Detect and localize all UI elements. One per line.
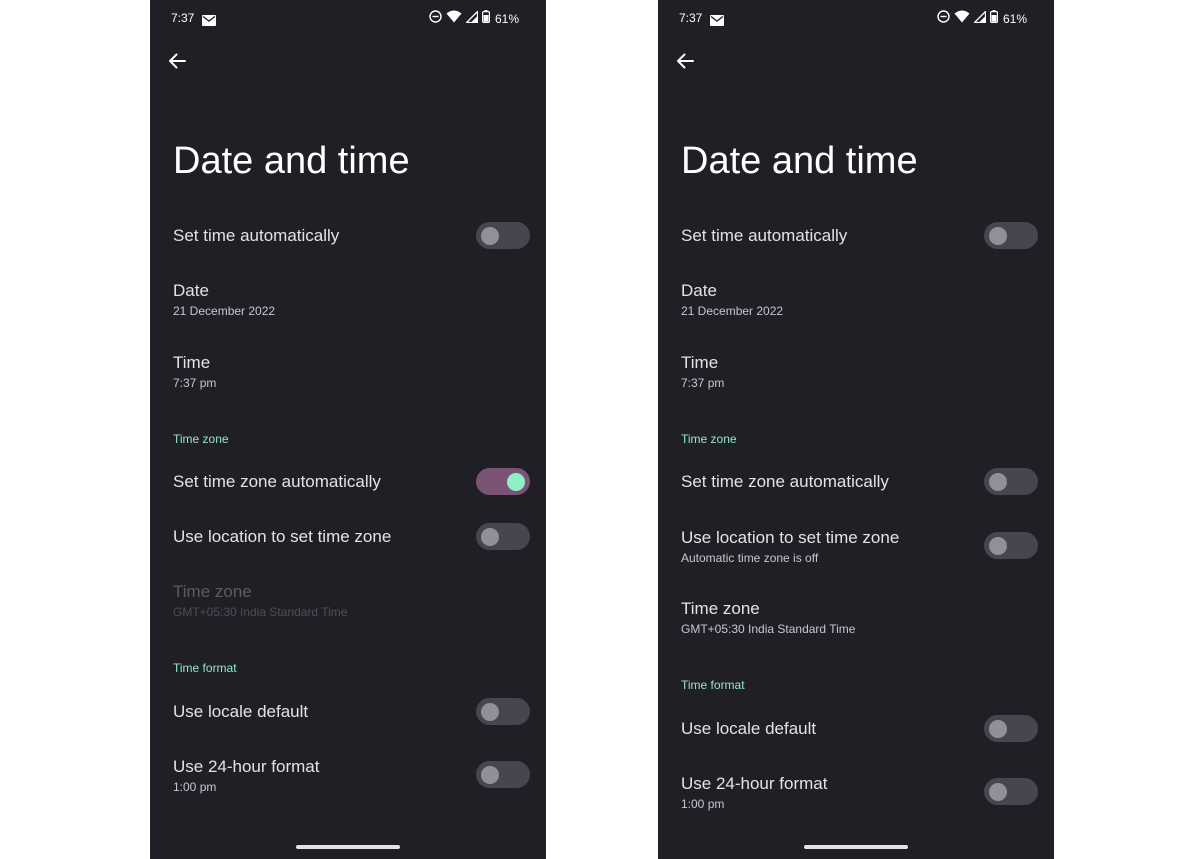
use-24-hour-format-toggle[interactable]	[476, 761, 530, 788]
set-time-zone-automatically-toggle[interactable]	[984, 468, 1038, 495]
row-label: Set time automatically	[173, 226, 340, 245]
wifi-icon	[446, 10, 462, 28]
row-label: Time	[173, 353, 211, 372]
page-title: Date and time	[173, 140, 410, 182]
row-label: Use 24-hour format	[173, 757, 320, 776]
use-locale-default-row[interactable]: Use locale default	[658, 709, 1054, 749]
time-row[interactable]: Time 7:37 pm	[658, 346, 1054, 396]
set-time-zone-automatically-row[interactable]: Set time zone automatically	[150, 462, 546, 502]
status-icons: 61%	[937, 9, 1027, 28]
row-label: Use locale default	[681, 719, 817, 738]
row-label: Set time automatically	[681, 226, 848, 245]
set-time-automatically-toggle[interactable]	[984, 222, 1038, 249]
row-value: 1:00 pm	[681, 797, 725, 811]
time-row[interactable]: Time 7:37 pm	[150, 346, 546, 396]
row-label: Use location to set time zone	[173, 527, 392, 546]
row-value: 7:37 pm	[681, 376, 725, 390]
phone-screen-right: 7:37 61% Date and time Set time automati…	[658, 0, 1054, 859]
wifi-icon	[954, 10, 970, 28]
status-bar: 7:37 61%	[658, 0, 1054, 36]
back-button[interactable]	[164, 50, 190, 76]
use-24-hour-format-toggle[interactable]	[984, 778, 1038, 805]
row-label: Date	[681, 281, 717, 300]
mail-icon	[710, 13, 724, 31]
status-time: 7:37	[679, 11, 703, 25]
cell-signal-icon	[972, 9, 987, 28]
arrow-left-icon	[676, 53, 694, 74]
do-not-disturb-icon	[937, 10, 950, 28]
row-value: GMT+05:30 India Standard Time	[681, 622, 856, 636]
battery-icon	[989, 10, 998, 28]
row-value: 21 December 2022	[681, 304, 784, 318]
row-label: Time	[681, 353, 719, 372]
status-time: 7:37	[171, 11, 195, 25]
back-button[interactable]	[672, 50, 698, 76]
set-time-automatically-row[interactable]: Set time automatically	[658, 216, 1054, 256]
section-header-time-zone: Time zone	[681, 432, 737, 446]
row-value: 1:00 pm	[173, 780, 217, 794]
date-row[interactable]: Date 21 December 2022	[150, 274, 546, 324]
row-label: Set time zone automatically	[173, 472, 381, 491]
phone-screen-left: 7:37 61% Date and time Set time automati…	[150, 0, 546, 859]
section-header-time-format: Time format	[681, 678, 745, 692]
use-locale-default-toggle[interactable]	[984, 715, 1038, 742]
battery-percent: 61%	[494, 12, 519, 26]
set-time-automatically-row[interactable]: Set time automatically	[150, 216, 546, 256]
row-value: 7:37 pm	[173, 376, 217, 390]
set-time-automatically-toggle[interactable]	[476, 222, 530, 249]
use-locale-default-toggle[interactable]	[476, 698, 530, 725]
cell-signal-icon	[464, 9, 479, 28]
status-bar: 7:37 61%	[150, 0, 546, 36]
row-label: Set time zone automatically	[681, 472, 889, 491]
row-label: Use 24-hour format	[681, 774, 828, 793]
row-label: Use location to set time zone	[681, 528, 900, 547]
time-zone-row[interactable]: Time zone GMT+05:30 India Standard Time	[658, 592, 1054, 642]
row-value: Automatic time zone is off	[681, 551, 819, 565]
row-value: 21 December 2022	[173, 304, 276, 318]
use-location-toggle[interactable]	[476, 523, 530, 550]
use-24-hour-format-row[interactable]: Use 24-hour format 1:00 pm	[150, 750, 546, 800]
date-row[interactable]: Date 21 December 2022	[658, 274, 1054, 324]
do-not-disturb-icon	[429, 10, 442, 28]
row-label: Time zone	[173, 582, 252, 601]
status-icons: 61%	[429, 9, 519, 28]
section-header-time-zone: Time zone	[173, 432, 229, 446]
row-label: Time zone	[681, 599, 760, 618]
battery-icon	[481, 10, 490, 28]
battery-percent: 61%	[1002, 12, 1027, 26]
section-header-time-format: Time format	[173, 661, 237, 675]
page-title: Date and time	[681, 140, 918, 182]
set-time-zone-automatically-row[interactable]: Set time zone automatically	[658, 462, 1054, 502]
home-indicator[interactable]	[296, 845, 400, 849]
row-label: Date	[173, 281, 209, 300]
use-24-hour-format-row[interactable]: Use 24-hour format 1:00 pm	[658, 767, 1054, 817]
arrow-left-icon	[168, 53, 186, 74]
use-location-toggle[interactable]	[984, 532, 1038, 559]
mail-icon	[202, 13, 216, 31]
row-value: GMT+05:30 India Standard Time	[173, 605, 348, 619]
comparison-stage: 7:37 61% Date and time Set time automati…	[0, 0, 1200, 859]
use-location-row[interactable]: Use location to set time zone Automatic …	[658, 521, 1054, 571]
time-zone-row: Time zone GMT+05:30 India Standard Time	[150, 575, 546, 625]
row-label: Use locale default	[173, 702, 309, 721]
set-time-zone-automatically-toggle[interactable]	[476, 468, 530, 495]
home-indicator[interactable]	[804, 845, 908, 849]
use-location-row[interactable]: Use location to set time zone	[150, 517, 546, 557]
use-locale-default-row[interactable]: Use locale default	[150, 692, 546, 732]
